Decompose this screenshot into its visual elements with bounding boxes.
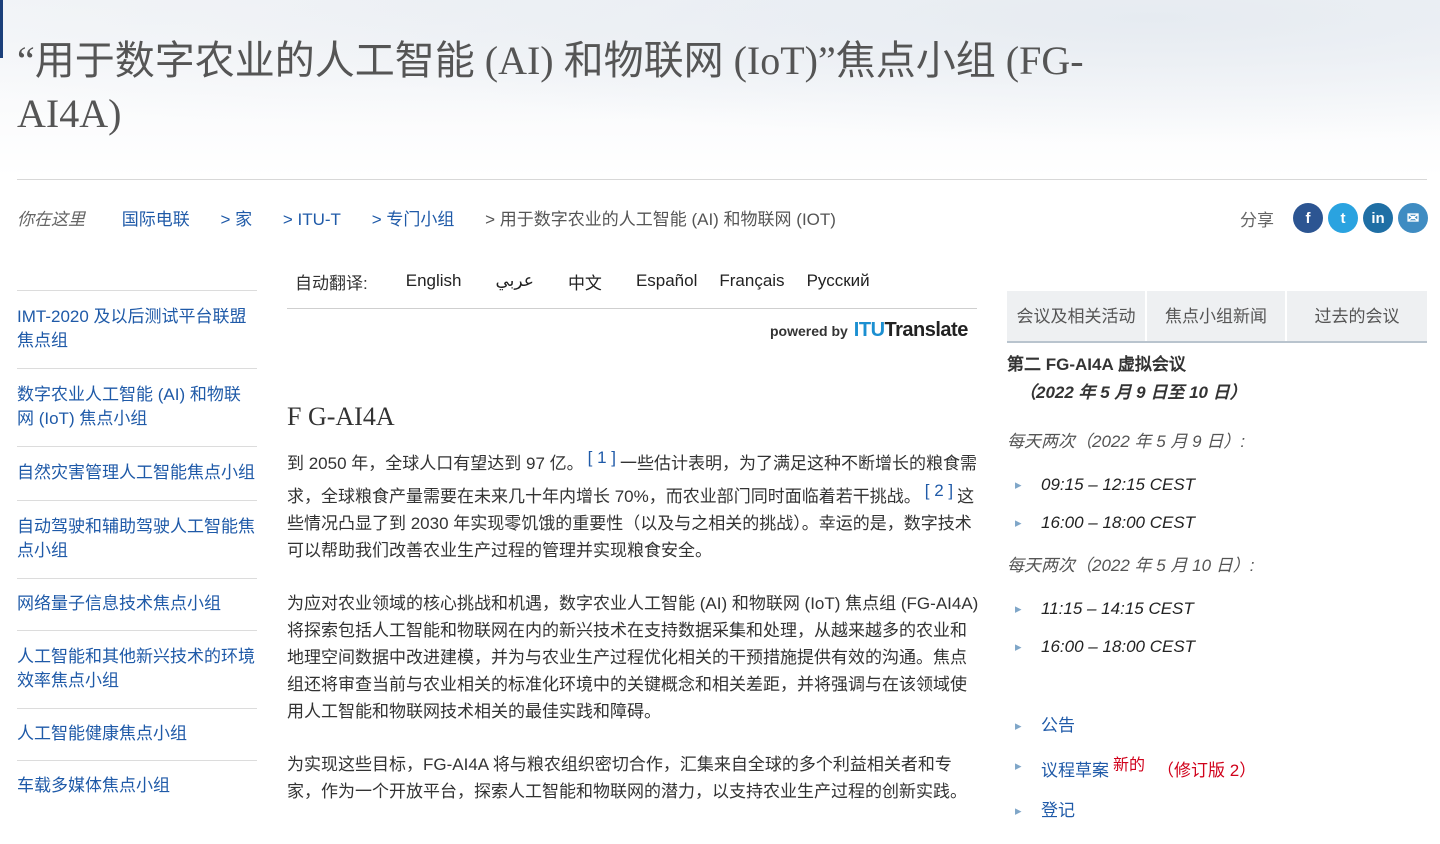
breadcrumb-focus-groups[interactable]: > 专门小组 [372,210,455,229]
right-tabs: 会议及相关活动 焦点小组新闻 过去的会议 [1007,291,1427,343]
lang-spanish[interactable]: Español [636,271,697,291]
day1-label: 每天两次（2022 年 5 月 9 日）: [1007,432,1246,451]
breadcrumb-you-are-here: 你在这里 [17,210,85,229]
link-register[interactable]: 登记 [1007,791,1427,831]
powered-by-itutranslate: powered by ITU Translate [770,319,968,345]
sidebar-item-ai4a[interactable]: 数字农业人工智能 (AI) 和物联网 (IoT) 焦点小组 [17,368,257,446]
link-announcement[interactable]: 公告 [1007,706,1427,746]
tab-news[interactable]: 焦点小组新闻 [1147,291,1287,341]
time-slot: 16:00 – 18:00 CEST [1007,628,1427,666]
day2-label: 每天两次（2022 年 5 月 10 日）: [1007,556,1255,575]
breadcrumb-itu[interactable]: 国际电联 [122,210,190,229]
new-badge: 新的 [1113,757,1146,774]
sidebar-item-quantum[interactable]: 网络量子信息技术焦点小组 [17,578,257,630]
meeting-title: 第二 FG-AI4A 虚拟会议 [1007,355,1186,374]
itu-logo-text: ITU [853,319,885,341]
share-label: 分享 [1240,210,1274,230]
share-bar: 分享 f t in ✉ [1240,202,1428,234]
translate-logo-text: Translate [884,319,969,341]
sidebar-item-vehicle-multimedia[interactable]: 车载多媒体焦点小组 [17,760,257,812]
link-revision[interactable]: （修订版 2） [1157,761,1256,780]
email-icon[interactable]: ✉ [1398,203,1428,233]
linkedin-icon[interactable]: in [1363,203,1393,233]
day1-times: 09:15 – 12:15 CEST 16:00 – 18:00 CEST [1007,466,1427,542]
meeting-links: 公告 议程草案新的 （修订版 2） 登记 [1007,706,1427,831]
day2-times: 11:15 – 14:15 CEST 16:00 – 18:00 CEST [1007,590,1427,666]
translate-bar: 自动翻译: English عربي 中文 Español Français Р… [295,268,892,294]
link-agenda-item: 议程草案新的 （修订版 2） [1007,746,1427,791]
banner-accent-bar [0,0,3,58]
tab-past-meetings[interactable]: 过去的会议 [1287,291,1427,341]
sidebar-item-disaster[interactable]: 自然灾害管理人工智能焦点小组 [17,446,257,500]
time-slot: 11:15 – 14:15 CEST [1007,590,1427,628]
lang-french[interactable]: Français [719,271,784,291]
divider [17,179,1427,180]
main-content: F G-AI4A 到 2050 年，全球人口有望达到 97 亿。[ 1 ] 一些估… [287,400,979,831]
time-slot: 16:00 – 18:00 CEST [1007,504,1427,542]
paragraph-goals: 为应对农业领域的核心挑战和机遇，数字农业人工智能 (AI) 和物联网 (IoT)… [287,594,979,721]
sidebar-item-health[interactable]: 人工智能健康焦点小组 [17,708,257,760]
divider [287,308,977,309]
lang-russian[interactable]: Русский [807,271,870,291]
section-heading: F G-AI4A [287,402,395,431]
lang-chinese[interactable]: 中文 [568,269,602,294]
time-slot: 09:15 – 12:15 CEST [1007,466,1427,504]
page-title: “用于数字农业的人工智能 (AI) 和物联网 (IoT)”焦点小组 (FG-AI… [17,38,1084,136]
footnote-link-1[interactable]: [ 1 ] [588,448,616,467]
link-agenda[interactable]: 议程草案 [1041,761,1109,780]
breadcrumb-current: > 用于数字农业的人工智能 (AI) 和物联网 (IOT) [485,210,836,229]
sidebar-nav: IMT-2020 及以后测试平台联盟焦点组 数字农业人工智能 (AI) 和物联网… [17,290,257,812]
paragraph-text: 到 2050 年，全球人口有望达到 97 亿。 [287,454,584,473]
lang-english[interactable]: English [406,271,462,291]
paragraph-intro: 到 2050 年，全球人口有望达到 97 亿。[ 1 ] 一些估计表明，为了满足这… [287,444,979,564]
sidebar-item-imt2020[interactable]: IMT-2020 及以后测试平台联盟焦点组 [17,290,257,368]
footnote-link-2[interactable]: [ 2 ] [925,481,953,500]
translate-label: 自动翻译: [295,273,368,293]
meeting-date: （2022 年 5 月 9 日至 10 日） [1019,383,1247,402]
sidebar-item-autonomous-driving[interactable]: 自动驾驶和辅助驾驶人工智能焦点小组 [17,500,257,578]
lang-arabic[interactable]: عربي [496,271,534,291]
breadcrumb-itu-t[interactable]: > ITU-T [283,210,341,229]
tab-meetings[interactable]: 会议及相关活动 [1007,291,1147,341]
twitter-icon[interactable]: t [1328,203,1358,233]
powered-by-label: powered by [770,323,848,339]
breadcrumb: 你在这里 国际电联 > 家 > ITU-T > 专门小组 > 用于数字农业的人工… [17,205,836,229]
facebook-icon[interactable]: f [1293,203,1323,233]
breadcrumb-home[interactable]: > 家 [220,210,252,229]
meetings-panel: 第二 FG-AI4A 虚拟会议 （2022 年 5 月 9 日至 10 日） 每… [1007,352,1427,831]
sidebar-item-environment[interactable]: 人工智能和其他新兴技术的环境效率焦点小组 [17,630,257,708]
paragraph-collaboration: 为实现这些目标，FG-AI4A 将与粮农组织密切合作，汇集来自全球的多个利益相关… [287,755,967,801]
